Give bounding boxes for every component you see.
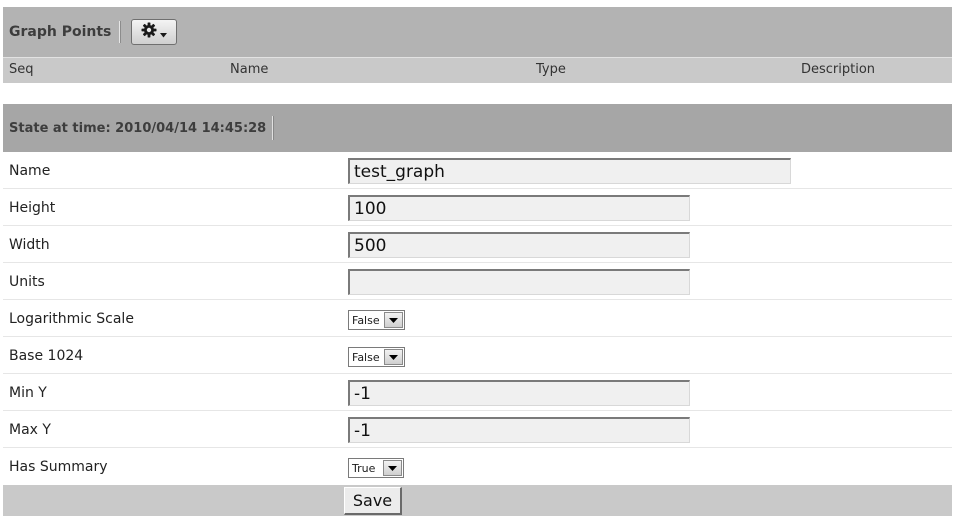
min-y-label: Min Y <box>9 385 47 401</box>
chevron-down-icon[interactable] <box>383 349 403 365</box>
height-input[interactable] <box>348 195 690 221</box>
column-header-type[interactable]: Type <box>536 62 566 77</box>
base-1024-value: False <box>352 350 380 364</box>
column-header-name[interactable]: Name <box>230 62 268 77</box>
width-label: Width <box>9 237 50 253</box>
state-title: State at time: 2010/04/14 14:45:28 <box>9 120 267 136</box>
chevron-down-icon[interactable] <box>383 312 403 328</box>
form-row-width: Width <box>3 226 952 263</box>
form-row-has-summary: Has Summary True <box>3 448 952 485</box>
max-y-input[interactable] <box>348 417 690 443</box>
graph-points-menu-button[interactable] <box>131 19 178 45</box>
save-button[interactable]: Save <box>344 487 402 515</box>
log-scale-select[interactable]: False <box>348 310 405 330</box>
header-separator <box>272 116 275 140</box>
has-summary-label: Has Summary <box>9 459 108 475</box>
base-1024-label: Base 1024 <box>9 348 84 364</box>
width-input[interactable] <box>348 232 690 258</box>
name-input[interactable] <box>348 158 791 184</box>
has-summary-select[interactable]: True <box>348 458 405 478</box>
chevron-down-icon <box>160 23 168 42</box>
min-y-input[interactable] <box>348 380 690 406</box>
column-header-description[interactable]: Description <box>801 62 875 77</box>
graph-editor: Graph Points Seq Name Type Description S… <box>3 7 952 516</box>
form-row-height: Height <box>3 189 952 226</box>
units-input[interactable] <box>348 269 690 295</box>
name-label: Name <box>9 163 51 179</box>
form-row-max-y: Max Y <box>3 411 952 448</box>
gear-icon <box>141 22 157 42</box>
form-row-units: Units <box>3 263 952 300</box>
state-header: State at time: 2010/04/14 14:45:28 <box>3 104 952 152</box>
form-row-base-1024: Base 1024 False <box>3 337 952 374</box>
column-header-seq[interactable]: Seq <box>9 62 34 77</box>
form-row-name: Name <box>3 152 952 189</box>
log-scale-label: Logarithmic Scale <box>9 311 134 327</box>
base-1024-select[interactable]: False <box>348 347 405 367</box>
form-footer: Save <box>3 485 952 516</box>
units-label: Units <box>9 274 45 290</box>
has-summary-value: True <box>352 461 376 475</box>
form-row-min-y: Min Y <box>3 374 952 411</box>
chevron-down-icon[interactable] <box>383 460 403 476</box>
form-row-log-scale: Logarithmic Scale False <box>3 300 952 337</box>
max-y-label: Max Y <box>9 422 51 438</box>
graph-points-title: Graph Points <box>9 24 112 40</box>
graph-points-column-headers: Seq Name Type Description <box>3 57 952 83</box>
header-separator <box>119 21 122 43</box>
height-label: Height <box>9 200 56 216</box>
log-scale-value: False <box>352 313 380 327</box>
graph-points-header: Graph Points <box>3 7 952 57</box>
